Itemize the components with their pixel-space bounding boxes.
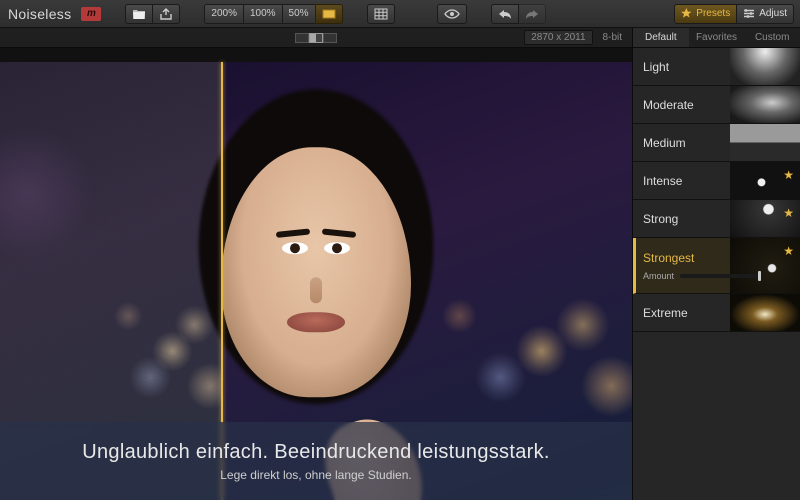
favorite-star-icon[interactable]: ★ — [783, 244, 794, 258]
preset-moderate[interactable]: Moderate ★ — [633, 86, 800, 124]
fit-screen-icon — [322, 9, 336, 19]
caption-sub: Lege direkt los, ohne lange Studien. — [220, 468, 411, 482]
split-view-icon — [309, 33, 323, 43]
caption-headline: Unglaublich einfach. Beeindruckend leist… — [82, 441, 550, 464]
zoom-100-button[interactable]: 100% — [243, 4, 283, 24]
compare-mode-toggle[interactable] — [295, 33, 337, 43]
open-button[interactable] — [125, 4, 153, 24]
amount-slider[interactable] — [680, 274, 761, 278]
subtab-custom[interactable]: Custom — [744, 28, 800, 47]
single-view-icon — [295, 33, 309, 43]
star-icon — [681, 8, 692, 19]
preset-intense[interactable]: Intense ★ — [633, 162, 800, 200]
presets-mode-button[interactable]: Presets — [674, 4, 737, 24]
image-bitdepth: 8-bit — [603, 32, 622, 43]
preset-label: Strongest — [643, 251, 694, 265]
favorite-star-icon[interactable]: ★ — [783, 168, 794, 182]
share-icon — [159, 8, 173, 20]
preset-light[interactable]: Light ★ — [633, 48, 800, 86]
preset-thumb-icon — [730, 48, 800, 85]
history-group — [491, 4, 546, 24]
zoom-group: 200% 100% 50% — [204, 4, 342, 24]
adjust-mode-label: Adjust — [759, 8, 787, 19]
export-button[interactable] — [152, 4, 180, 24]
zoom-50-button[interactable]: 50% — [282, 4, 316, 24]
preset-medium[interactable]: Medium ★ — [633, 124, 800, 162]
preset-subtabs: Default Favorites Custom — [632, 28, 800, 47]
app-logo: m — [81, 7, 101, 21]
image-canvas[interactable]: Unglaublich einfach. Beeindruckend leist… — [0, 48, 632, 500]
presets-mode-label: Presets — [696, 8, 730, 19]
marketing-caption: Unglaublich einfach. Beeindruckend leist… — [0, 422, 632, 500]
preset-thumb-icon — [730, 124, 800, 161]
status-bar: 2870 x 2011 8-bit Default Favorites Cust… — [0, 28, 800, 48]
eye-icon — [444, 8, 460, 20]
image-dimensions: 2870 x 2011 — [524, 30, 592, 45]
subtab-favorites[interactable]: Favorites — [689, 28, 745, 47]
subtab-default[interactable]: Default — [633, 28, 689, 47]
redo-button[interactable] — [518, 4, 546, 24]
undo-button[interactable] — [491, 4, 519, 24]
sliders-icon — [743, 8, 755, 19]
preset-thumb-icon — [730, 86, 800, 123]
app-title: Noiseless — [6, 6, 75, 22]
preset-strongest[interactable]: Strongest ★ Amount + 100 — [633, 238, 800, 294]
undo-icon — [498, 8, 512, 20]
preset-label: Moderate — [643, 98, 694, 112]
main-toolbar: Noiseless m 200% 100% 50% — [0, 0, 800, 28]
folder-icon — [132, 8, 146, 20]
zoom-200-button[interactable]: 200% — [204, 4, 244, 24]
mode-group: Presets Adjust — [674, 4, 794, 24]
preset-extreme[interactable]: Extreme ★ — [633, 294, 800, 332]
preview-button[interactable] — [437, 4, 467, 24]
favorite-star-icon[interactable]: ★ — [783, 206, 794, 220]
grid-button[interactable] — [367, 4, 395, 24]
amount-label: Amount — [643, 271, 674, 281]
preset-label: Strong — [643, 212, 678, 226]
zoom-fit-button[interactable] — [315, 4, 343, 24]
file-group — [125, 4, 180, 24]
preset-strong[interactable]: Strong ★ — [633, 200, 800, 238]
preset-label: Light — [643, 60, 669, 74]
preset-thumb-icon — [730, 294, 800, 331]
adjust-mode-button[interactable]: Adjust — [736, 4, 794, 24]
side-by-side-icon — [323, 33, 337, 43]
preset-label: Intense — [643, 174, 682, 188]
redo-icon — [525, 8, 539, 20]
presets-panel: Light ★ Moderate ★ Medium ★ Intense ★ St… — [632, 48, 800, 500]
preset-label: Medium — [643, 136, 686, 150]
preset-label: Extreme — [643, 306, 688, 320]
grid-icon — [374, 8, 388, 20]
